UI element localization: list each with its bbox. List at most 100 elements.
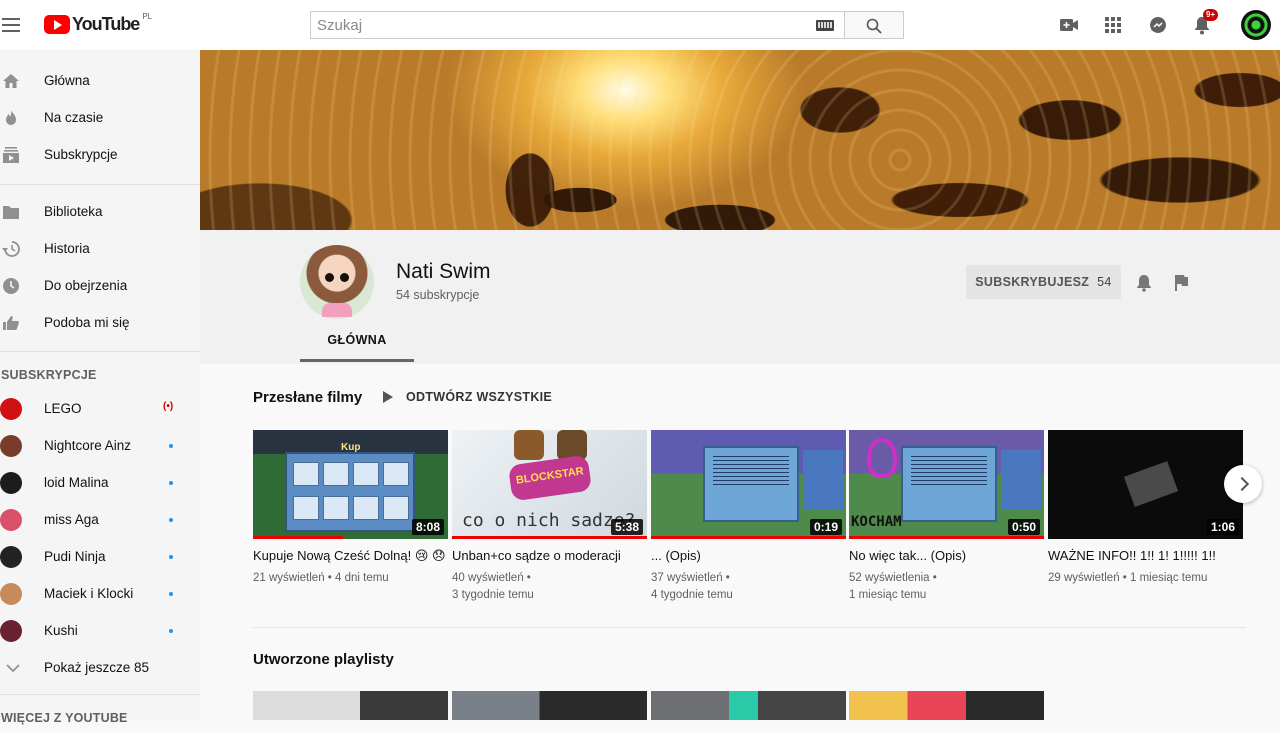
playlist-thumbnail[interactable] — [849, 691, 1044, 720]
sidebar-item-subscriptions[interactable]: Subskrypcje — [0, 136, 200, 173]
subscribe-label: SUBSKRYBUJESZ — [975, 275, 1090, 289]
sidebar-item-subscription[interactable]: Pudi Ninja — [0, 538, 200, 575]
video-thumbnail[interactable]: KOCHAM 0:50 — [849, 430, 1044, 539]
sidebar-divider — [0, 694, 200, 695]
sidebar-item-label: Na czasie — [44, 110, 104, 125]
new-content-dot — [169, 444, 173, 448]
sidebar-item-label: Biblioteka — [44, 204, 103, 219]
subscriptions-icon — [3, 147, 19, 163]
video-title[interactable]: ... (Opis) — [651, 548, 846, 563]
channel-name: Nati Swim — [396, 260, 491, 283]
tab-home[interactable]: GŁÓWNA — [300, 320, 414, 362]
top-bar: YouTube PL 9+ — [0, 0, 1280, 50]
search-input[interactable] — [311, 12, 801, 38]
sidebar-item-subscription[interactable]: LEGO (•) — [0, 390, 200, 427]
video-meta: 37 wyświetleń • 4 tygodnie temu — [651, 570, 846, 604]
sidebar-item-label: Nightcore Ainz — [44, 438, 132, 453]
messages-icon[interactable] — [1148, 12, 1168, 38]
video-duration: 8:08 — [411, 519, 444, 535]
avatar-shirt — [322, 303, 352, 317]
playlist-thumbnail[interactable] — [253, 691, 448, 720]
channel-avatar — [0, 398, 22, 420]
thumbnail-cell — [383, 496, 409, 520]
video-thumbnail[interactable]: 0:19 — [651, 430, 846, 539]
thumbnail-art — [901, 446, 997, 522]
sidebar-item-subscription[interactable]: miss Aga — [0, 501, 200, 538]
video-meta: 52 wyświetlenia • 1 miesiąc temu — [849, 570, 1044, 604]
video-meta: 40 wyświetleń • 3 tygodnie temu — [452, 570, 647, 604]
sidebar-show-more[interactable]: Pokaż jeszcze 85 — [0, 649, 200, 686]
search-button[interactable] — [845, 11, 904, 39]
youtube-logo[interactable]: YouTube PL — [44, 12, 152, 35]
thumb-up-icon — [3, 316, 19, 330]
sidebar-item-subscription[interactable]: Maciek i Klocki — [0, 575, 200, 612]
video-thumbnail[interactable]: co o nich sadze? 5:38 — [452, 430, 647, 539]
playlists-title[interactable]: Utworzone playlisty — [253, 651, 394, 668]
menu-icon[interactable] — [2, 14, 22, 36]
watch-progress — [253, 536, 343, 539]
sidebar-item-trending[interactable]: Na czasie — [0, 99, 200, 136]
sidebar-item-label: Pokaż jeszcze 85 — [44, 660, 150, 675]
video-title[interactable]: Unban+co sądze o moderacji — [452, 548, 647, 563]
notifications-badge: 9+ — [1203, 9, 1219, 21]
playlist-thumbnail[interactable] — [651, 691, 846, 720]
bell-icon[interactable] — [1136, 274, 1152, 292]
search-box — [310, 11, 845, 39]
avatar-eye — [325, 273, 334, 282]
sidebar-item-watch-later[interactable]: Do obejrzenia — [0, 267, 200, 304]
video-card[interactable]: 1:06 WAŻNE INFO!! 1!! 1! 1!!!!! 1!! 29 w… — [1048, 430, 1243, 587]
keyboard-icon[interactable] — [816, 20, 834, 31]
live-indicator-icon: (•) — [163, 401, 174, 412]
thumbnail-art — [514, 430, 544, 460]
uploads-title[interactable]: Przesłane filmy — [253, 389, 362, 406]
video-duration: 1:06 — [1206, 519, 1239, 535]
video-thumbnail[interactable]: Kup 8:08 — [253, 430, 448, 539]
play-all-button[interactable]: ODTWÓRZ WSZYSTKIE — [383, 390, 552, 404]
sidebar-item-history[interactable]: Historia — [0, 230, 200, 267]
video-card[interactable]: 0:19 ... (Opis) 37 wyświetleń • 4 tygodn… — [651, 430, 846, 604]
new-content-dot — [169, 555, 173, 559]
apps-icon[interactable] — [1104, 12, 1122, 38]
video-views-age: 29 wyświetleń • 1 miesiąc temu — [1048, 572, 1208, 584]
thumbnail-art — [557, 430, 587, 460]
subscribed-button[interactable]: SUBSKRYBUJESZ 54 — [966, 265, 1121, 299]
channel-avatar — [0, 583, 22, 605]
thumbnail-text: KOCHAM — [851, 514, 902, 530]
thumbnail-cell — [383, 462, 409, 486]
thumbnail-art — [803, 450, 843, 510]
create-video-icon[interactable] — [1059, 12, 1079, 38]
channel-avatar[interactable] — [300, 245, 374, 319]
folder-icon — [3, 206, 19, 219]
video-title[interactable]: No więc tak... (Opis) — [849, 548, 1044, 563]
video-thumbnail[interactable]: 1:06 — [1048, 430, 1243, 539]
video-card[interactable]: co o nich sadze? 5:38 Unban+co sądze o m… — [452, 430, 647, 604]
home-icon — [3, 74, 19, 88]
play-icon — [383, 391, 393, 403]
video-card[interactable]: KOCHAM 0:50 No więc tak... (Opis) 52 wyś… — [849, 430, 1044, 604]
sidebar-item-label: loid Malina — [44, 475, 109, 490]
sidebar-item-subscription[interactable]: loid Malina — [0, 464, 200, 501]
video-duration: 5:38 — [610, 519, 643, 535]
clock-icon — [3, 278, 19, 294]
video-title[interactable]: Kupuje Nową Cześć Dolną! 😢 😞 — [253, 548, 448, 563]
playlist-thumbnail[interactable] — [452, 691, 647, 720]
flag-icon[interactable] — [1173, 274, 1189, 292]
video-title[interactable]: WAŻNE INFO!! 1!! 1! 1!!!!! 1!! — [1048, 548, 1243, 563]
sidebar-item-subscription[interactable]: Nightcore Ainz — [0, 427, 200, 464]
sidebar-item-label: LEGO — [44, 401, 82, 416]
sidebar-item-home[interactable]: Główna — [0, 62, 200, 99]
new-content-dot — [169, 592, 173, 596]
thumbnail-art — [285, 452, 415, 532]
chevron-down-icon — [6, 664, 20, 673]
carousel-next-button[interactable] — [1224, 465, 1262, 503]
sidebar-item-library[interactable]: Biblioteka — [0, 193, 200, 230]
sidebar-item-liked[interactable]: Podoba mi się — [0, 304, 200, 341]
account-avatar[interactable] — [1241, 10, 1271, 40]
thumbnail-cell — [323, 496, 349, 520]
thumbnail-art — [1001, 450, 1041, 510]
thumbnail-art — [703, 446, 799, 522]
channel-avatar — [0, 472, 22, 494]
channel-header: Nati Swim 54 subskrypcje SUBSKRYBUJESZ 5… — [200, 230, 1280, 364]
sidebar-item-subscription[interactable]: Kushi — [0, 612, 200, 649]
video-card[interactable]: Kup 8:08 Kupuje Nową Cześć Dolną! 😢 😞 21… — [253, 430, 448, 587]
